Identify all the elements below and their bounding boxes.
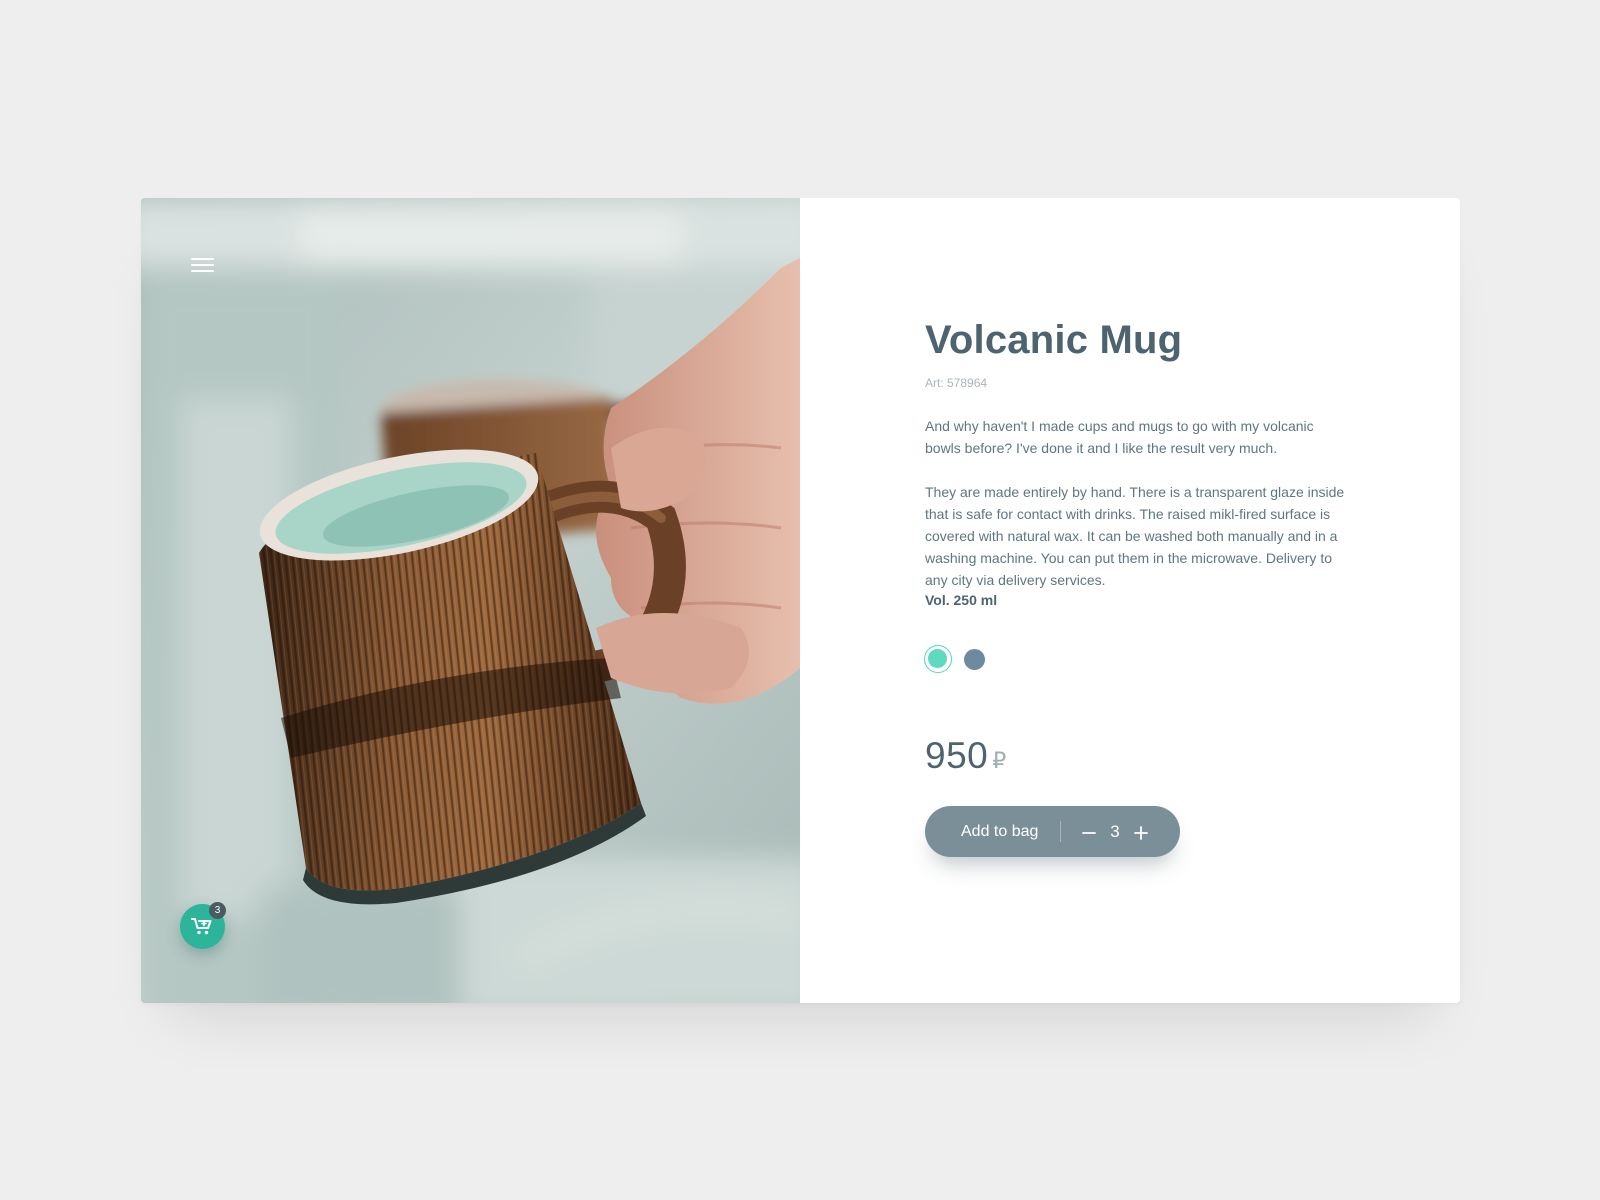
product-photo: 3	[141, 198, 800, 1003]
price: 950 ₽	[925, 735, 1006, 777]
product-title: Volcanic Mug	[925, 318, 1183, 362]
color-swatch[interactable]	[964, 649, 985, 670]
price-value: 950	[925, 735, 989, 776]
mug-in-hand-illustration	[141, 198, 800, 1003]
article-number: Art: 578964	[925, 376, 988, 390]
cart-button[interactable]: 3	[180, 902, 226, 949]
color-swatch-selected[interactable]	[924, 645, 952, 673]
product-card: 3 Volcanic Mug Art: 578964 And why haven…	[141, 198, 1460, 1003]
color-swatch-dot	[928, 649, 947, 668]
product-volume: Vol. 250 ml	[925, 592, 998, 608]
minus-icon[interactable]	[1077, 806, 1101, 857]
product-details: Volcanic Mug Art: 578964 And why haven't…	[800, 198, 1460, 1003]
description-paragraph: And why haven't I made cups and mugs to …	[925, 418, 1314, 456]
quantity-value: 3	[1110, 822, 1120, 841]
plus-icon[interactable]	[1129, 806, 1153, 857]
description-paragraph: They are made entirely by hand. There is…	[925, 484, 1345, 588]
cart-count-badge: 3	[209, 902, 226, 919]
cart-icon	[191, 918, 212, 935]
divider	[1060, 821, 1061, 842]
add-to-bag-button[interactable]: Add to bag	[961, 806, 1038, 857]
currency-symbol: ₽	[992, 748, 1007, 773]
add-to-bag-control: Add to bag 3	[925, 806, 1180, 857]
hamburger-menu-icon[interactable]	[191, 256, 215, 274]
